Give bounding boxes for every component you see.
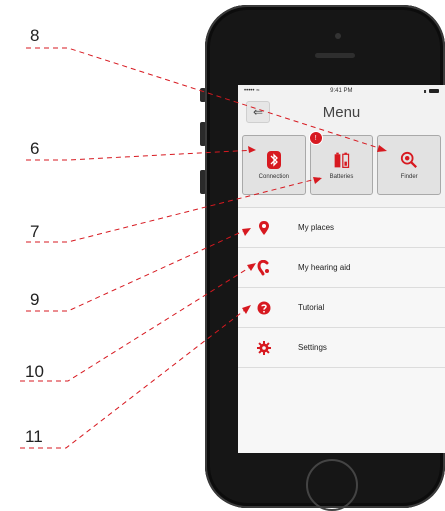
battery-icon <box>333 150 351 170</box>
front-camera <box>335 33 341 39</box>
page-title: Menu <box>322 103 361 121</box>
connection-tile[interactable]: Connection <box>242 135 306 195</box>
finder-tile-label: Finder <box>400 174 418 180</box>
menu-item-tutorial[interactable]: Tutorial <box>238 288 445 328</box>
callout-number-8: 8 <box>30 26 40 45</box>
hearing-aid-icon <box>256 259 272 276</box>
home-button[interactable] <box>306 459 358 511</box>
menu-empty-area <box>238 368 445 453</box>
gear-icon <box>256 340 272 356</box>
map-pin-icon <box>256 220 272 236</box>
earpiece-speaker <box>315 53 355 58</box>
tile-row: Connection ! Batteries Finder <box>238 131 445 195</box>
menu-item-label: Settings <box>298 343 327 352</box>
callout-number-6: 6 <box>30 139 40 158</box>
callout-number-10: 10 <box>25 362 44 381</box>
menu-item-settings[interactable]: Settings <box>238 328 445 368</box>
batteries-tile-label: Batteries <box>329 174 354 180</box>
finder-tile[interactable]: Finder <box>377 135 442 195</box>
menu-item-my-places[interactable]: My places <box>238 208 445 248</box>
signal-indicator: ••••• <box>244 88 255 94</box>
navigation-bar: ⇐ Menu <box>238 97 445 127</box>
status-time: 9:41 PM <box>330 88 353 94</box>
bluetooth-status-icon: ∎ <box>423 88 427 95</box>
menu-item-label: Tutorial <box>298 303 325 312</box>
status-left: ••••• ≈ <box>244 88 259 94</box>
notification-badge: ! <box>308 131 323 145</box>
callout-number-11: 11 <box>25 427 43 446</box>
batteries-tile[interactable]: ! Batteries <box>308 131 374 195</box>
callout-number-9: 9 <box>30 290 40 309</box>
wifi-icon: ≈ <box>256 88 260 94</box>
back-button[interactable]: ⇐ <box>246 101 270 123</box>
phone-screen: ••••• ≈ 9:41 PM ∎ ⇐ Menu Connection ! Ba… <box>238 85 445 453</box>
menu-item-label: My hearing aid <box>298 263 351 272</box>
battery-status-icon <box>428 89 439 93</box>
connection-tile-label: Connection <box>258 174 290 180</box>
status-bar: ••••• ≈ 9:41 PM ∎ <box>238 85 445 97</box>
finder-icon <box>400 150 418 170</box>
status-right: ∎ <box>423 88 439 95</box>
menu-item-my-hearing-aid[interactable]: My hearing aid <box>238 248 445 288</box>
menu-item-label: My places <box>298 223 335 232</box>
bluetooth-icon <box>265 150 283 170</box>
help-icon <box>256 300 272 316</box>
menu-list: My places My hearing aid Tutorial Settin… <box>238 207 445 453</box>
callout-number-7: 7 <box>30 222 40 241</box>
back-arrow-icon: ⇐ <box>252 105 264 119</box>
